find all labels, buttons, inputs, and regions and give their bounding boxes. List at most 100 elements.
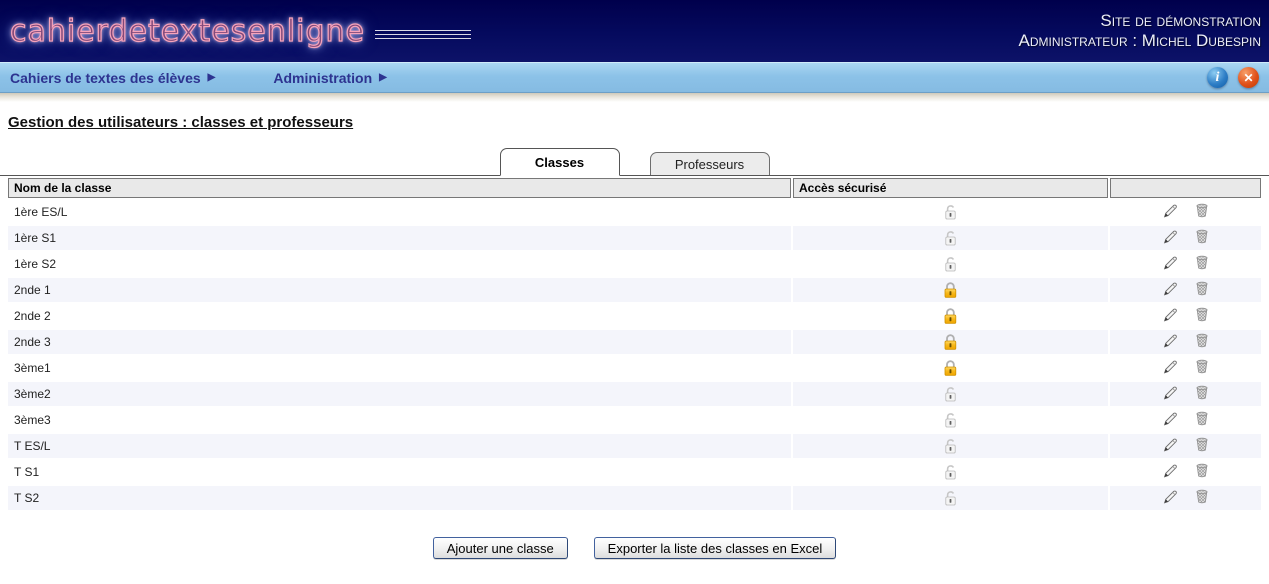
lock-open-icon[interactable] — [942, 204, 959, 220]
add-class-button[interactable]: Ajouter une classe — [432, 537, 568, 559]
actions-cell — [1110, 486, 1261, 510]
edit-pencil-icon[interactable] — [1162, 203, 1179, 222]
menu-item-administration[interactable]: Administration ▶ — [273, 70, 386, 86]
secure-access-cell — [793, 486, 1109, 510]
lock-open-icon[interactable] — [942, 490, 959, 506]
trash-icon[interactable] — [1194, 384, 1210, 404]
close-icon[interactable]: ✕ — [1238, 67, 1259, 88]
trash-icon[interactable] — [1194, 410, 1210, 430]
trash-icon[interactable] — [1194, 228, 1210, 248]
lock-closed-icon[interactable] — [942, 334, 959, 350]
lock-open-icon[interactable] — [942, 438, 959, 454]
class-row: 2nde 3 — [8, 330, 1261, 354]
secure-access-cell — [793, 434, 1109, 458]
table-header-row: Nom de la classe Accès sécurisé — [8, 178, 1261, 198]
edit-pencil-icon[interactable] — [1162, 489, 1179, 508]
admin-user-label: Administrateur : Michel Dubespin — [1018, 31, 1261, 50]
lock-open-icon[interactable] — [942, 412, 959, 428]
edit-pencil-icon[interactable] — [1162, 307, 1179, 326]
column-header-class-name: Nom de la classe — [8, 178, 791, 198]
edit-pencil-icon[interactable] — [1162, 463, 1179, 482]
actions-cell — [1110, 460, 1261, 484]
actions-cell — [1110, 252, 1261, 276]
trash-icon[interactable] — [1194, 488, 1210, 508]
edit-pencil-icon[interactable] — [1162, 411, 1179, 430]
lock-open-icon[interactable] — [942, 386, 959, 402]
class-name-cell: 2nde 3 — [8, 330, 791, 354]
edit-pencil-icon[interactable] — [1162, 385, 1179, 404]
class-row: 3ème3 — [8, 408, 1261, 432]
header-divider-strip — [0, 93, 1269, 102]
secure-access-cell — [793, 408, 1109, 432]
actions-cell — [1110, 408, 1261, 432]
site-demo-label: Site de démonstration — [1100, 11, 1261, 30]
class-row: 1ère ES/L — [8, 200, 1261, 224]
edit-pencil-icon[interactable] — [1162, 255, 1179, 274]
secure-access-cell — [793, 200, 1109, 224]
lock-closed-icon[interactable] — [942, 360, 959, 376]
menu-item-cahiers-de-textes[interactable]: Cahiers de textes des élèves ▶ — [10, 70, 215, 86]
app-header: cahierdetextesenligne Site de démonstrat… — [0, 0, 1269, 62]
secure-access-cell — [793, 356, 1109, 380]
trash-icon[interactable] — [1194, 306, 1210, 326]
secure-access-cell — [793, 304, 1109, 328]
class-name-cell: 2nde 1 — [8, 278, 791, 302]
secure-access-cell — [793, 226, 1109, 250]
edit-pencil-icon[interactable] — [1162, 281, 1179, 300]
trash-icon[interactable] — [1194, 202, 1210, 222]
classes-table-body: 1ère ES/L 1ère S1 1ère S2 2nde 1 2nde 2 2nde … — [8, 200, 1261, 510]
actions-cell — [1110, 200, 1261, 224]
tab-bar: Classes Professeurs — [0, 148, 1269, 176]
class-name-cell: 2nde 2 — [8, 304, 791, 328]
footer-actions: Ajouter une classe Exporter la liste des… — [0, 537, 1269, 559]
chevron-right-icon: ▶ — [379, 72, 387, 83]
class-row: 2nde 1 — [8, 278, 1261, 302]
class-row: T ES/L — [8, 434, 1261, 458]
class-row: T S1 — [8, 460, 1261, 484]
class-name-cell: 1ère S2 — [8, 252, 791, 276]
actions-cell — [1110, 330, 1261, 354]
info-icon[interactable]: i — [1207, 67, 1228, 88]
export-excel-button[interactable]: Exporter la liste des classes en Excel — [593, 537, 837, 559]
lock-closed-icon[interactable] — [942, 308, 959, 324]
actions-cell — [1110, 278, 1261, 302]
actions-cell — [1110, 434, 1261, 458]
classes-table: Nom de la classe Accès sécurisé 1ère ES/… — [6, 176, 1263, 512]
tab-classes[interactable]: Classes — [499, 148, 620, 176]
class-row: T S2 — [8, 486, 1261, 510]
lock-closed-icon[interactable] — [942, 282, 959, 298]
secure-access-cell — [793, 460, 1109, 484]
class-row: 3ème1 — [8, 356, 1261, 380]
menu-item-label: Cahiers de textes des élèves — [10, 69, 201, 86]
class-name-cell: T S1 — [8, 460, 791, 484]
edit-pencil-icon[interactable] — [1162, 229, 1179, 248]
tab-professeurs[interactable]: Professeurs — [649, 152, 770, 175]
lock-open-icon[interactable] — [942, 464, 959, 480]
edit-pencil-icon[interactable] — [1162, 333, 1179, 352]
lock-open-icon[interactable] — [942, 256, 959, 272]
secure-access-cell — [793, 330, 1109, 354]
main-content: Gestion des utilisateurs : classes et pr… — [0, 114, 1269, 559]
chevron-right-icon: ▶ — [207, 72, 216, 83]
menu-bar: Cahiers de textes des élèves ▶ Administr… — [0, 62, 1269, 93]
logo-speedlines-decoration — [374, 29, 471, 39]
lock-open-icon[interactable] — [942, 230, 959, 246]
trash-icon[interactable] — [1194, 358, 1210, 378]
class-row: 3ème2 — [8, 382, 1261, 406]
column-header-actions — [1110, 178, 1261, 198]
column-header-secure-access: Accès sécurisé — [793, 178, 1109, 198]
class-row: 1ère S1 — [8, 226, 1261, 250]
trash-icon[interactable] — [1194, 254, 1210, 274]
trash-icon[interactable] — [1194, 332, 1210, 352]
secure-access-cell — [793, 252, 1109, 276]
secure-access-cell — [793, 382, 1109, 406]
trash-icon[interactable] — [1194, 462, 1210, 482]
actions-cell — [1110, 226, 1261, 250]
class-name-cell: T ES/L — [8, 434, 791, 458]
trash-icon[interactable] — [1194, 280, 1210, 300]
trash-icon[interactable] — [1194, 436, 1210, 456]
class-name-cell: 1ère S1 — [8, 226, 791, 250]
edit-pencil-icon[interactable] — [1162, 437, 1179, 456]
class-name-cell: 3ème2 — [8, 382, 791, 406]
edit-pencil-icon[interactable] — [1162, 359, 1179, 378]
